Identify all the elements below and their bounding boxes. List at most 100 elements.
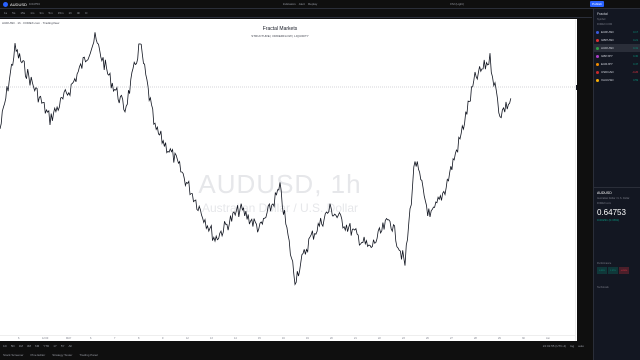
publish-button[interactable]: Publish [590, 1, 604, 7]
range-button[interactable]: 5D [11, 344, 15, 348]
time-tick: 23 [402, 337, 405, 340]
time-tick: 30 [522, 337, 525, 340]
range-button[interactable]: All [69, 344, 72, 348]
timeframe-button[interactable]: 15s [19, 11, 26, 15]
alert-button[interactable]: Alert [299, 2, 305, 6]
performance-label: Performance [597, 262, 612, 265]
theme-selector[interactable]: FM (Light) [450, 2, 464, 6]
currency-flag-icon [596, 62, 599, 66]
range-button[interactable]: 1D [3, 344, 7, 348]
app-window: AUDUSD 0.64753 Indicators Alert Replay F… [0, 0, 640, 360]
performance-box: -0.56% [619, 267, 629, 274]
symbol-details: AUDUSD Australian Dollar / U.S. Dollar F… [594, 187, 640, 292]
currency-flag-icon [596, 70, 599, 74]
time-tick: 19 [306, 337, 309, 340]
currency-flag-icon [596, 30, 599, 34]
range-button[interactable]: YTD [43, 344, 49, 348]
timeframe-button[interactable]: D [84, 11, 88, 15]
timeframe-button[interactable]: 1m [29, 11, 35, 15]
time-tick: 15 [258, 337, 261, 340]
time-tick: 26 [426, 337, 429, 340]
clock-label: 22:01:55 (UTC-4) [542, 343, 567, 348]
watchlist-symbol: EURJPY [601, 62, 613, 66]
time-tick: Jun [546, 337, 551, 340]
watchlist-change: 0.21 [633, 38, 638, 42]
timeframe-button[interactable]: 15m [57, 11, 65, 15]
time-tick: 20 [330, 337, 333, 340]
timeframe-button[interactable]: 3m [38, 11, 44, 15]
currency-flag-icon [596, 46, 599, 50]
symbol-search-button[interactable]: AUDUSD 0.64753 [3, 1, 40, 7]
watchlist-change: 0.59 [633, 78, 638, 82]
symbol-label: AUDUSD [10, 1, 27, 7]
time-tick: 21 [354, 337, 357, 340]
performance-box: 1.37% [608, 267, 618, 274]
time-tick: 13 [210, 337, 213, 340]
details-change: 0.00231 (0.36%) [597, 218, 620, 222]
watchlist-title[interactable]: Fractal [594, 9, 640, 18]
timeframe-button[interactable]: 5m [48, 11, 54, 15]
time-tick: 16 [282, 337, 285, 340]
watchlist-change: 0.47 [633, 62, 638, 66]
details-symbol: AUDUSD [597, 191, 612, 195]
range-button[interactable]: 1Y [53, 344, 57, 348]
watchlist-symbol: EURUSD [601, 30, 614, 34]
timeframe-button[interactable]: 1s [3, 11, 8, 15]
range-button[interactable]: 6M [35, 344, 39, 348]
watchlist-symbol: AUDUSD [601, 46, 614, 50]
panel-tab[interactable]: Strategy Tester [52, 353, 72, 357]
watchlist-symbol: GBPJPY [601, 54, 613, 58]
watchlist-change: 0.31 [633, 46, 638, 50]
watchlist-row[interactable]: XAUUSD 0.59 [594, 76, 640, 84]
panel-tab[interactable]: Trading Panel [79, 353, 98, 357]
panel-tab[interactable]: Pine Editor [31, 353, 46, 357]
indicators-button[interactable]: Indicators [283, 2, 296, 6]
bottom-panels-bar: Stock Screener Pine Editor Strategy Tester… [0, 350, 592, 360]
replay-button[interactable]: Replay [308, 2, 317, 6]
time-tick: 8 [138, 337, 140, 340]
watchlist-row[interactable]: EURJPY 0.47 [594, 60, 640, 68]
timeframe-button[interactable]: 4h [76, 11, 81, 15]
range-button[interactable]: 3M [27, 344, 31, 348]
watchlist-row[interactable]: GBPJPY 0.30 [594, 52, 640, 60]
watchlist-symbol: XAUUSD [601, 78, 614, 82]
time-tick: 7 [114, 337, 116, 340]
auto-scale-toggle[interactable]: auto [578, 344, 584, 348]
watchlist-row[interactable]: AUDUSD 0.31 [594, 44, 640, 52]
details-price: 0.64753 [597, 208, 626, 217]
range-bar: 1D 5D 1M 3M 6M YTD 1Y 5Y All 22:01:55 (UTC-4) lo… [0, 341, 592, 350]
technicals-label: Technicals [597, 286, 609, 289]
watchlist-row[interactable]: USDCAD -0.26 [594, 68, 640, 76]
range-button[interactable]: 5Y [61, 344, 65, 348]
details-exchange: FOREX.com [597, 202, 612, 205]
price-series [0, 32, 575, 286]
time-tick: 22 [378, 337, 381, 340]
watchlist-symbol: GBPUSD [601, 38, 614, 42]
watchlist-change: -0.26 [632, 70, 638, 74]
watchlist-row[interactable]: GBPUSD 0.21 [594, 36, 640, 44]
time-tick: 27 [450, 337, 453, 340]
watchlist-row[interactable]: EURUSD 0.17 [594, 28, 640, 36]
range-button[interactable]: 1M [19, 344, 23, 348]
time-tick: 12:00 [42, 337, 49, 340]
time-tick: 9 [162, 337, 164, 340]
time-tick: MAY [66, 337, 72, 340]
watchlist-panel: Fractal Symbol FOREX.COM EURUSD 0.17 GBPUS… [593, 9, 640, 360]
chart-canvas[interactable]: AUDUSD · 1h · FOREX.com · TradingView Fr… [0, 19, 592, 341]
performance-box: 0.51% [597, 267, 607, 274]
currency-flag-icon [596, 78, 599, 82]
panel-tab[interactable]: Stock Screener [3, 353, 24, 357]
time-tick: 14 [234, 337, 237, 340]
log-scale-toggle[interactable]: log [570, 344, 574, 348]
details-name: Australian Dollar / U.S. Dollar [597, 197, 630, 200]
time-tick: 12 [186, 337, 189, 340]
right-widget-bar [577, 19, 592, 341]
time-tick: 6 [18, 337, 20, 340]
timeframe-button[interactable]: 5s [11, 11, 16, 15]
timeframe-button[interactable]: 1h [68, 11, 73, 15]
watchlist-change: 0.30 [633, 54, 638, 58]
top-toolbar: AUDUSD 0.64753 Indicators Alert Replay F… [0, 0, 640, 9]
time-tick: 6 [90, 337, 92, 340]
watchlist-change: 0.17 [633, 30, 638, 34]
symbol-price: 0.64753 [28, 2, 40, 6]
